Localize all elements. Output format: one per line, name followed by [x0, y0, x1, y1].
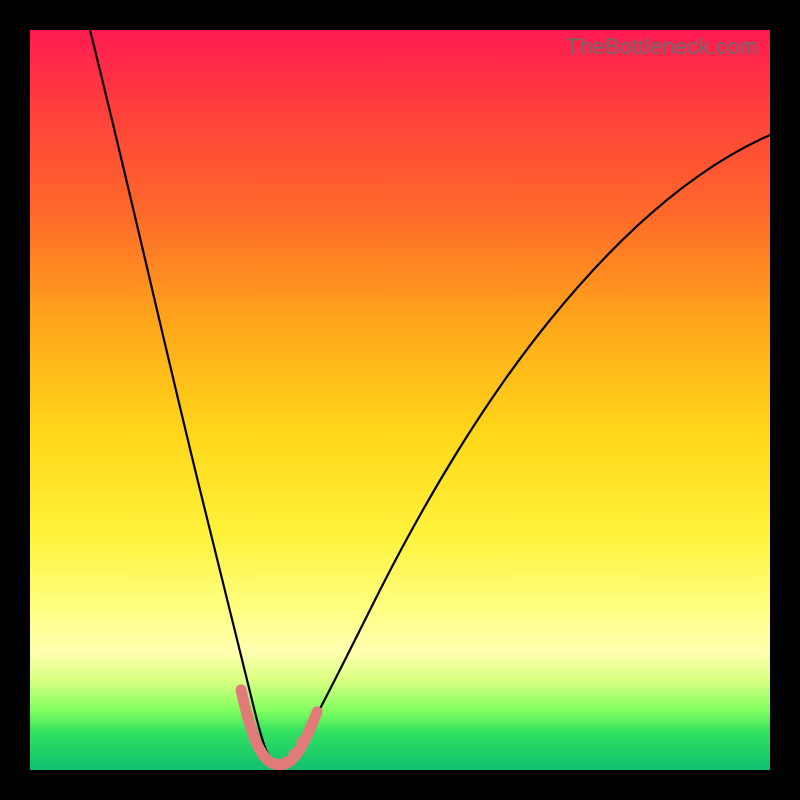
bottleneck-curve	[90, 30, 770, 763]
chart-frame: TheBottleneck.com	[0, 0, 800, 800]
plot-area: TheBottleneck.com	[30, 30, 770, 770]
curve-layer	[30, 30, 770, 770]
